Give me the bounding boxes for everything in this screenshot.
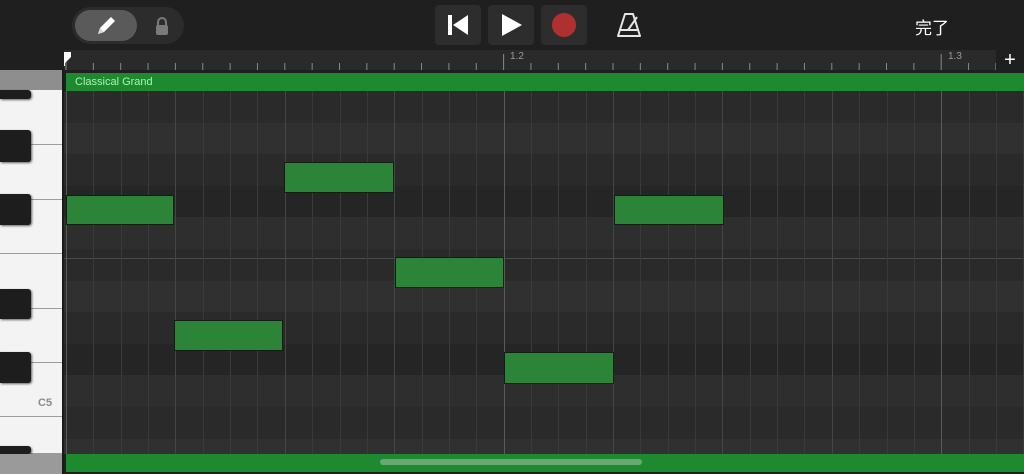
grid-line [695,91,696,454]
grid-line [969,91,970,454]
grid-line [722,91,723,454]
piano-roll-grid[interactable] [64,91,1024,454]
midi-note[interactable] [614,195,724,225]
region-strip: Classical Grand [66,73,1024,91]
grid-line [804,91,805,454]
pitch-row [64,438,1024,454]
grid-line [613,91,614,454]
octave-label: C5 [38,397,53,409]
record-icon [552,13,576,37]
grid-line [941,91,942,454]
grid-line [531,91,532,454]
piano-black-key[interactable] [0,446,31,454]
piano-black-key[interactable] [0,352,31,383]
pitch-row [64,280,1024,313]
piano-black-key[interactable] [0,130,31,162]
play-icon [502,14,522,36]
grid-line [312,91,313,454]
piano-black-key[interactable] [0,90,31,99]
grid-line [203,91,204,454]
grid-line [558,91,559,454]
keyboard-top-edge [0,70,62,90]
ruler-bar-label: 1.3 [948,51,962,62]
grid-line [832,91,833,454]
grid-line [367,91,368,454]
grid-line [887,91,888,454]
piano-black-key[interactable] [0,289,31,319]
play-button[interactable] [488,5,534,45]
rewind-button[interactable] [435,5,481,45]
keyboard-bottom-edge [0,454,62,474]
lock-icon [156,16,168,35]
midi-note[interactable] [174,320,283,351]
ruler-corner [0,50,64,70]
pencil-tool-button[interactable] [75,10,137,41]
lock-button[interactable] [144,10,180,41]
grid-line [257,91,258,454]
skip-to-start-icon [448,15,468,35]
grid-line [285,91,286,454]
metronome-icon [617,13,641,37]
midi-note[interactable] [395,257,504,288]
grid-line [640,91,641,454]
grid-line [66,91,67,454]
transport-controls [435,5,587,45]
edit-mode-segmented-control [72,7,184,44]
grid-line [93,91,94,454]
grid-line [230,91,231,454]
ruler-bar-label: 1.2 [510,51,524,62]
pitch-row [64,91,1024,123]
grid-line [148,91,149,454]
pitch-row [64,407,1024,439]
top-toolbar: 完了 [0,0,1024,50]
bottom-region-bar [64,454,1024,474]
grid-line [340,91,341,454]
playhead-marker-icon[interactable] [64,52,71,66]
pitch-row [64,154,1024,186]
record-button[interactable] [541,5,587,45]
grid-line [777,91,778,454]
piano-keyboard: C5 [0,70,64,474]
grid-line [750,91,751,454]
grid-line [504,91,505,454]
metronome-button[interactable] [612,9,646,41]
grid-line [586,91,587,454]
ruler-ticks [65,54,996,70]
octave-divider [64,258,1024,259]
piano-black-key[interactable] [0,194,31,225]
pitch-row [64,217,1024,249]
midi-note[interactable] [66,195,174,225]
grid-line [996,91,997,454]
pitch-row [64,249,1024,281]
done-button[interactable]: 完了 [900,14,964,38]
region-name: Classical Grand [75,76,153,88]
midi-note[interactable] [504,352,614,384]
horizontal-scrollbar[interactable] [380,459,642,465]
timeline-ruler[interactable]: 1.2 1.3 [64,50,996,70]
midi-note[interactable] [284,162,394,193]
pencil-icon [98,16,115,34]
grid-line [914,91,915,454]
grid-line [121,91,122,454]
grid-line [859,91,860,454]
region-header[interactable]: Classical Grand [64,70,1024,91]
pitch-row [64,185,1024,218]
add-button[interactable]: + [996,50,1024,70]
grid-line [668,91,669,454]
pitch-row [64,122,1024,155]
grid-line [175,91,176,454]
